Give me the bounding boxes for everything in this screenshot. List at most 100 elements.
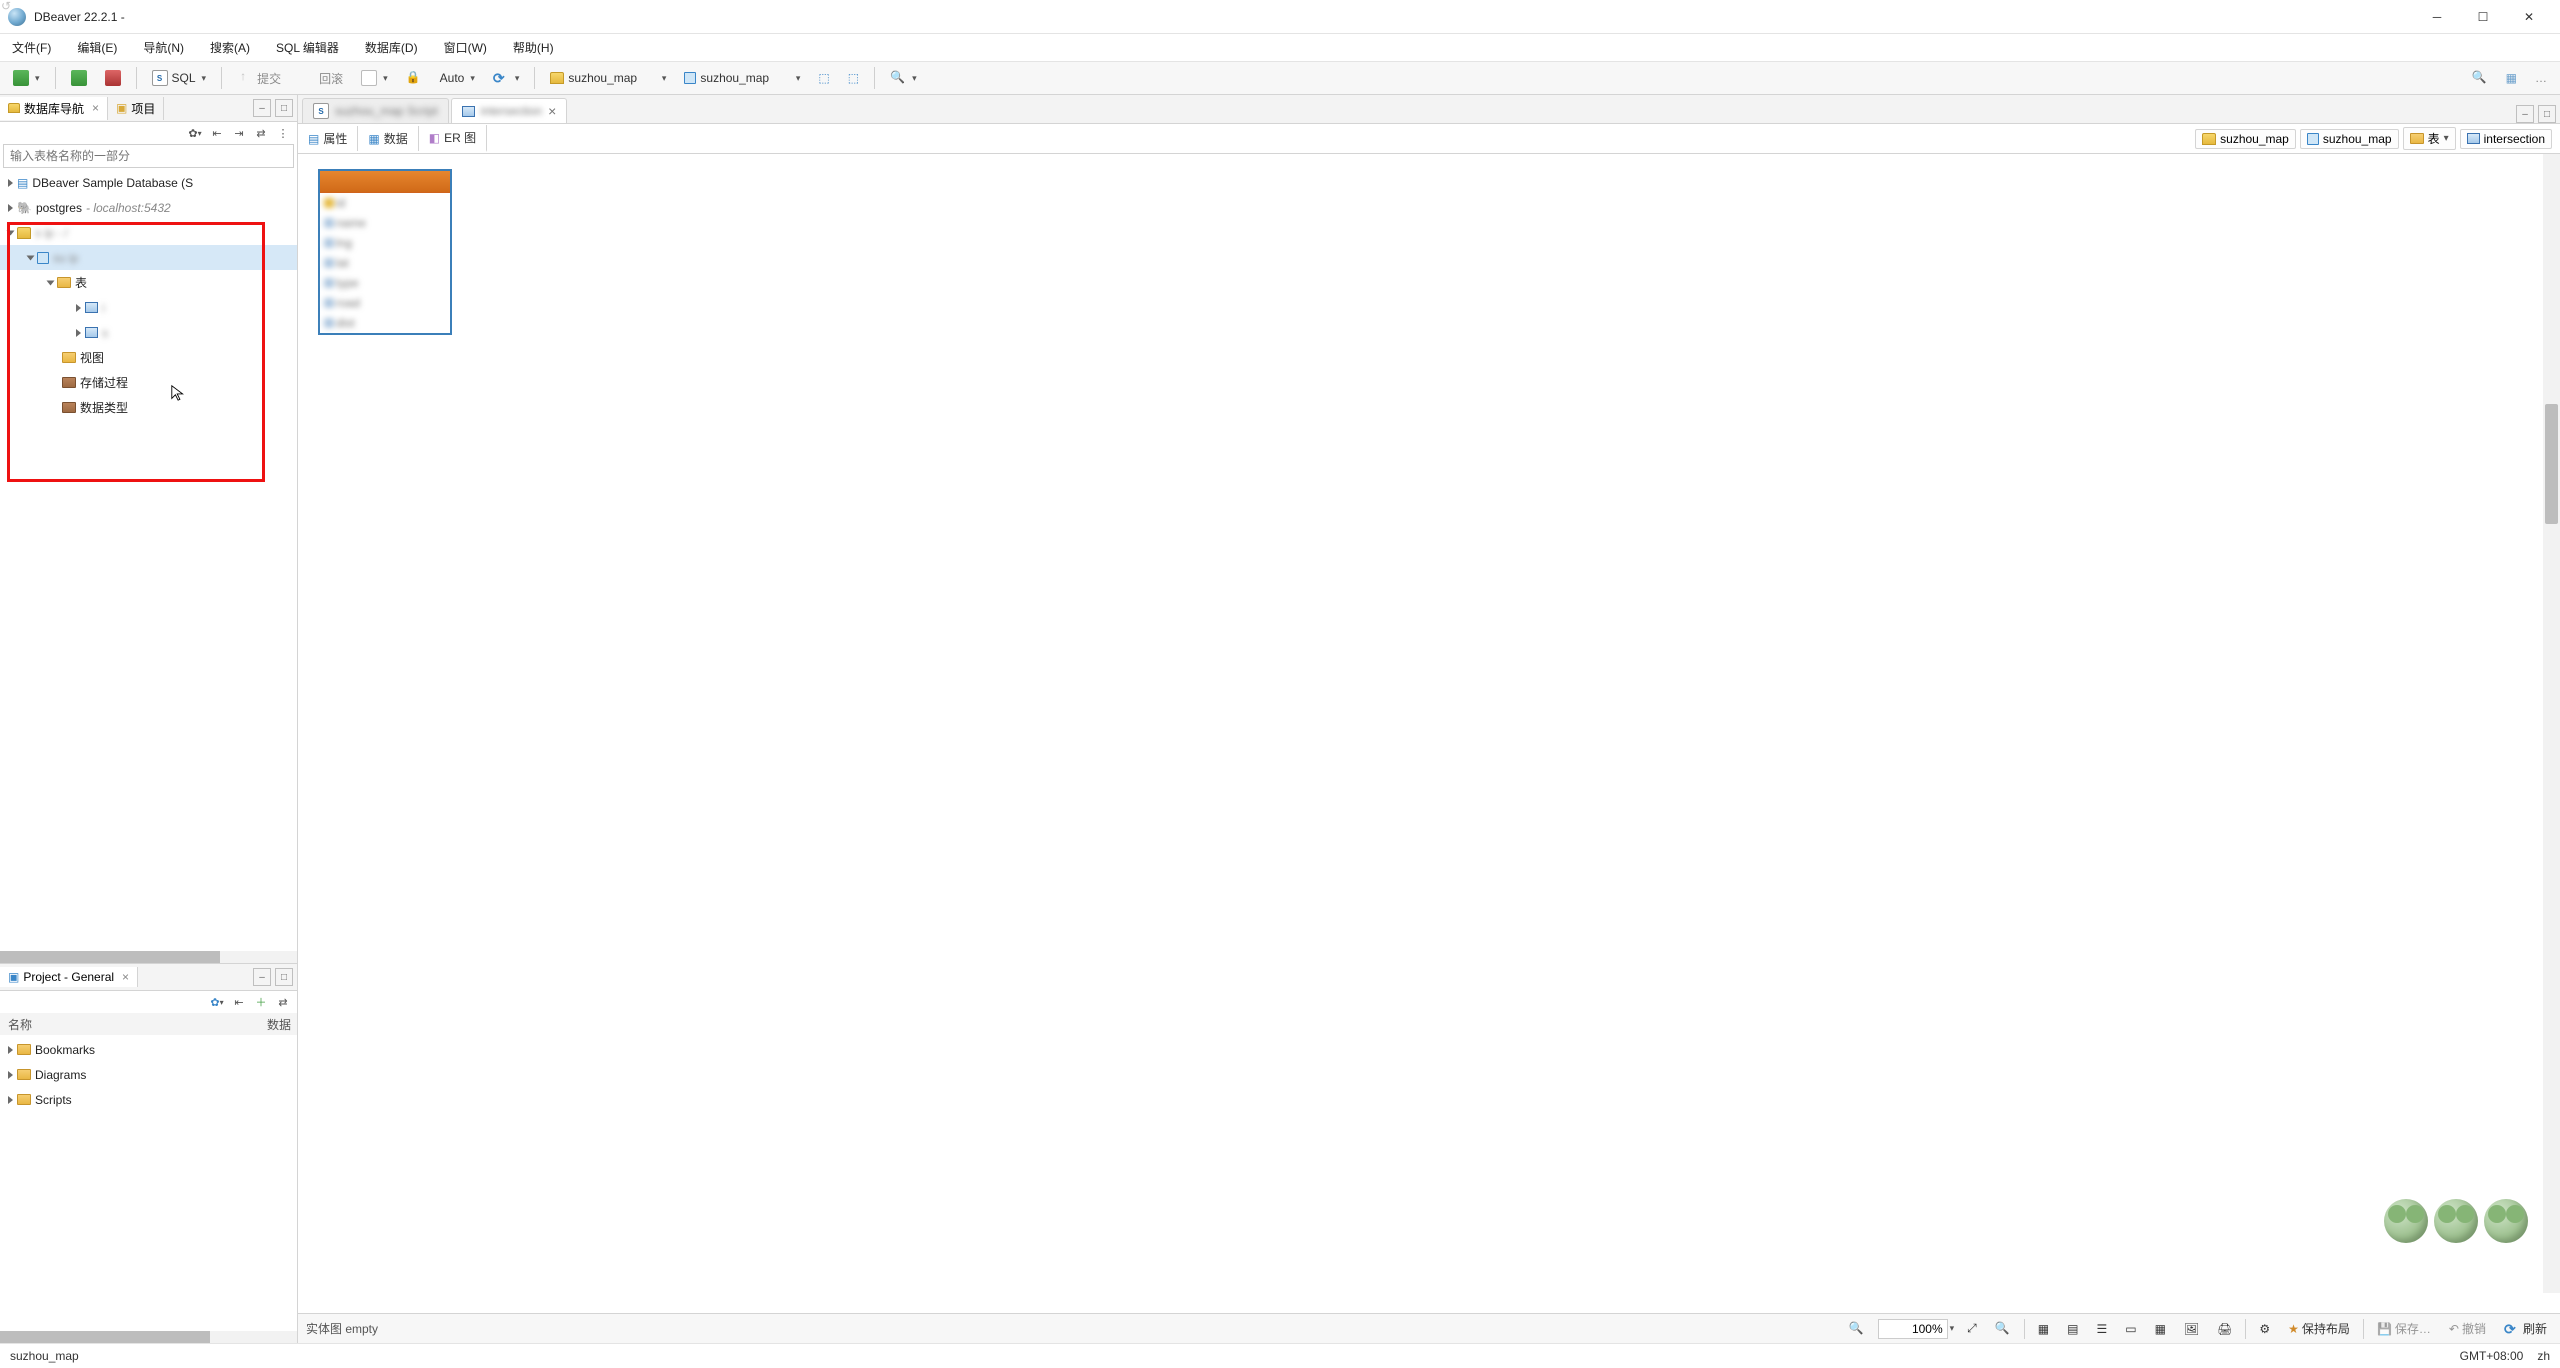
project-link-button[interactable]: ⇄ bbox=[275, 994, 291, 1010]
erd-v-scrollbar[interactable] bbox=[2543, 154, 2560, 1293]
nav-filter-button[interactable]: ✿▾ bbox=[187, 125, 203, 141]
subtab-properties[interactable]: ▤属性 bbox=[298, 126, 358, 151]
subtab-properties-label: 属性 bbox=[323, 130, 347, 147]
sql-editor-button[interactable]: SSQL▾ bbox=[145, 67, 214, 89]
tree-node-table[interactable]: i bbox=[0, 295, 297, 320]
window-close-button[interactable]: ✕ bbox=[2506, 0, 2552, 34]
tree-node-tables-folder[interactable]: 表 bbox=[0, 270, 297, 295]
tree-node-database[interactable]: su ip bbox=[0, 245, 297, 270]
navigator-h-scrollbar[interactable] bbox=[0, 951, 297, 963]
refresh-diagram-button[interactable]: 刷新 bbox=[2499, 1317, 2552, 1340]
panel-minimize-button[interactable]: – bbox=[253, 968, 271, 986]
disconnect-button[interactable] bbox=[98, 67, 128, 89]
subtab-er-diagram[interactable]: ◧ER 图 bbox=[419, 125, 487, 152]
zoom-fit-button[interactable]: ⤢ bbox=[1962, 1318, 1982, 1339]
breadcrumb-table[interactable]: intersection bbox=[2460, 129, 2552, 149]
perspective-button[interactable]: ▦ bbox=[2499, 68, 2524, 88]
auto-commit-select[interactable]: Auto▾ bbox=[433, 68, 482, 88]
print-button[interactable]: 🖨 bbox=[2212, 1319, 2237, 1339]
tree-node-views-folder[interactable]: 视图 bbox=[0, 345, 297, 370]
breadcrumb-database[interactable]: suzhou_map bbox=[2195, 129, 2296, 149]
layout-button[interactable]: ▦ bbox=[2033, 1319, 2054, 1339]
connect-button[interactable] bbox=[64, 67, 94, 89]
navigator-filter-input[interactable] bbox=[4, 147, 293, 165]
grid-button[interactable]: ▤ bbox=[2062, 1319, 2083, 1339]
tree-node-sample-db[interactable]: ▤DBeaver Sample Database (S bbox=[0, 170, 297, 195]
tree-node-procedures-folder[interactable]: 存储过程 bbox=[0, 370, 297, 395]
panel-maximize-button[interactable]: □ bbox=[275, 968, 293, 986]
project-collapse-button[interactable]: ⇤ bbox=[231, 994, 247, 1010]
close-icon[interactable]: × bbox=[548, 103, 556, 119]
menu-navigate[interactable]: 导航(N) bbox=[139, 37, 188, 58]
commit-button[interactable]: 提交 bbox=[230, 67, 288, 90]
zoom-level-input[interactable] bbox=[1878, 1319, 1948, 1339]
refresh-button[interactable]: ▾ bbox=[486, 67, 527, 89]
breadcrumb-tables[interactable]: 表▾ bbox=[2403, 127, 2456, 150]
tab-projects[interactable]: ▣ 项目 bbox=[108, 97, 164, 120]
export-button[interactable]: ⬚ bbox=[811, 68, 836, 88]
nav-collapse-button[interactable]: ⇤ bbox=[209, 125, 225, 141]
editor-tab-script[interactable]: S suzhou_map Script bbox=[302, 98, 449, 123]
project-config-button[interactable]: ✿▾ bbox=[209, 994, 225, 1010]
tx-mode-button[interactable]: ▾ bbox=[354, 67, 395, 89]
revert-button[interactable]: ↶撤销 bbox=[2444, 1317, 2491, 1340]
subtab-data[interactable]: ▦数据 bbox=[358, 126, 418, 151]
tx-lock-button[interactable]: 🔒 bbox=[399, 67, 429, 89]
close-icon[interactable]: × bbox=[92, 101, 99, 115]
close-icon[interactable]: × bbox=[122, 970, 129, 984]
menu-database[interactable]: 数据库(D) bbox=[361, 37, 422, 58]
tree-node-postgres[interactable]: 🐘postgres - localhost:5432 bbox=[0, 195, 297, 220]
menu-file[interactable]: 文件(F) bbox=[8, 37, 55, 58]
rollback-button[interactable]: 回滚 bbox=[292, 67, 350, 90]
project-node-diagrams[interactable]: Diagrams bbox=[0, 1062, 297, 1087]
refresh-label: 刷新 bbox=[2523, 1320, 2547, 1337]
quick-search-button[interactable] bbox=[2465, 67, 2495, 89]
project-node-bookmarks[interactable]: Bookmarks bbox=[0, 1037, 297, 1062]
nav-expand-button[interactable]: ⇥ bbox=[231, 125, 247, 141]
window-maximize-button[interactable]: ☐ bbox=[2460, 0, 2506, 34]
settings-button[interactable]: ⚙ bbox=[2254, 1319, 2275, 1339]
breadcrumb-schema[interactable]: suzhou_map bbox=[2300, 129, 2399, 149]
save-button[interactable]: 💾保存… bbox=[2372, 1317, 2436, 1340]
zoom-level-select[interactable]: ▾ bbox=[1878, 1319, 1955, 1339]
appearance-button[interactable]: … bbox=[2528, 68, 2554, 88]
keep-layout-button[interactable]: ★保持布局 bbox=[2283, 1317, 2355, 1340]
panel-minimize-button[interactable]: – bbox=[253, 99, 271, 117]
erd-entity[interactable]: id name lng lat type road dist bbox=[318, 169, 452, 335]
colors-button[interactable]: ▦ bbox=[2150, 1319, 2171, 1339]
active-schema-select[interactable]: suzhou_map▾ bbox=[677, 68, 807, 88]
nav-link-button[interactable]: ⇄ bbox=[253, 125, 269, 141]
zoom-out-button[interactable] bbox=[1844, 1318, 1870, 1340]
project-h-scrollbar[interactable] bbox=[0, 1331, 297, 1343]
tab-database-navigator[interactable]: 数据库导航 × bbox=[0, 97, 108, 120]
active-database-select[interactable]: suzhou_map▾ bbox=[543, 68, 673, 88]
schema-icon bbox=[2307, 133, 2319, 145]
import-button[interactable]: ⬚ bbox=[841, 68, 866, 88]
menu-search[interactable]: 搜索(A) bbox=[206, 37, 254, 58]
menu-sql-editor[interactable]: SQL 编辑器 bbox=[272, 37, 343, 58]
er-diagram-canvas[interactable]: id name lng lat type road dist bbox=[298, 154, 2560, 1313]
tab-project-general[interactable]: ▣ Project - General × bbox=[0, 967, 138, 987]
panel-maximize-button[interactable]: □ bbox=[275, 99, 293, 117]
nav-menu-button[interactable]: ⋮ bbox=[275, 125, 291, 141]
editor-tab-table[interactable]: intersection × bbox=[451, 98, 568, 123]
attributes-icon: ☰ bbox=[2096, 1322, 2107, 1336]
menu-window[interactable]: 窗口(W) bbox=[440, 37, 491, 58]
zoom-in-button[interactable] bbox=[1990, 1318, 2016, 1340]
tree-node-table[interactable]: s bbox=[0, 320, 297, 345]
attributes-button[interactable]: ☰ bbox=[2091, 1319, 2112, 1339]
new-connection-button[interactable]: ▾ bbox=[6, 67, 47, 89]
project-node-scripts[interactable]: Scripts bbox=[0, 1087, 297, 1112]
project-add-button[interactable]: ＋ bbox=[253, 994, 269, 1010]
menu-help[interactable]: 帮助(H) bbox=[509, 37, 558, 58]
export-diagram-button[interactable]: 🖼 bbox=[2179, 1319, 2204, 1339]
tree-node-datatypes-folder[interactable]: 数据类型 bbox=[0, 395, 297, 420]
editor-minimize-button[interactable]: – bbox=[2516, 105, 2534, 123]
window-minimize-button[interactable]: ─ bbox=[2414, 0, 2460, 34]
editor-maximize-button[interactable]: □ bbox=[2538, 105, 2556, 123]
global-search-button[interactable]: ▾ bbox=[883, 67, 924, 89]
notes-button[interactable]: ▭ bbox=[2120, 1319, 2141, 1339]
project-toolbar: ✿▾ ⇤ ＋ ⇄ bbox=[0, 991, 297, 1013]
menu-edit[interactable]: 编辑(E) bbox=[73, 37, 121, 58]
tree-node-connection[interactable]: s ip - / bbox=[0, 220, 297, 245]
